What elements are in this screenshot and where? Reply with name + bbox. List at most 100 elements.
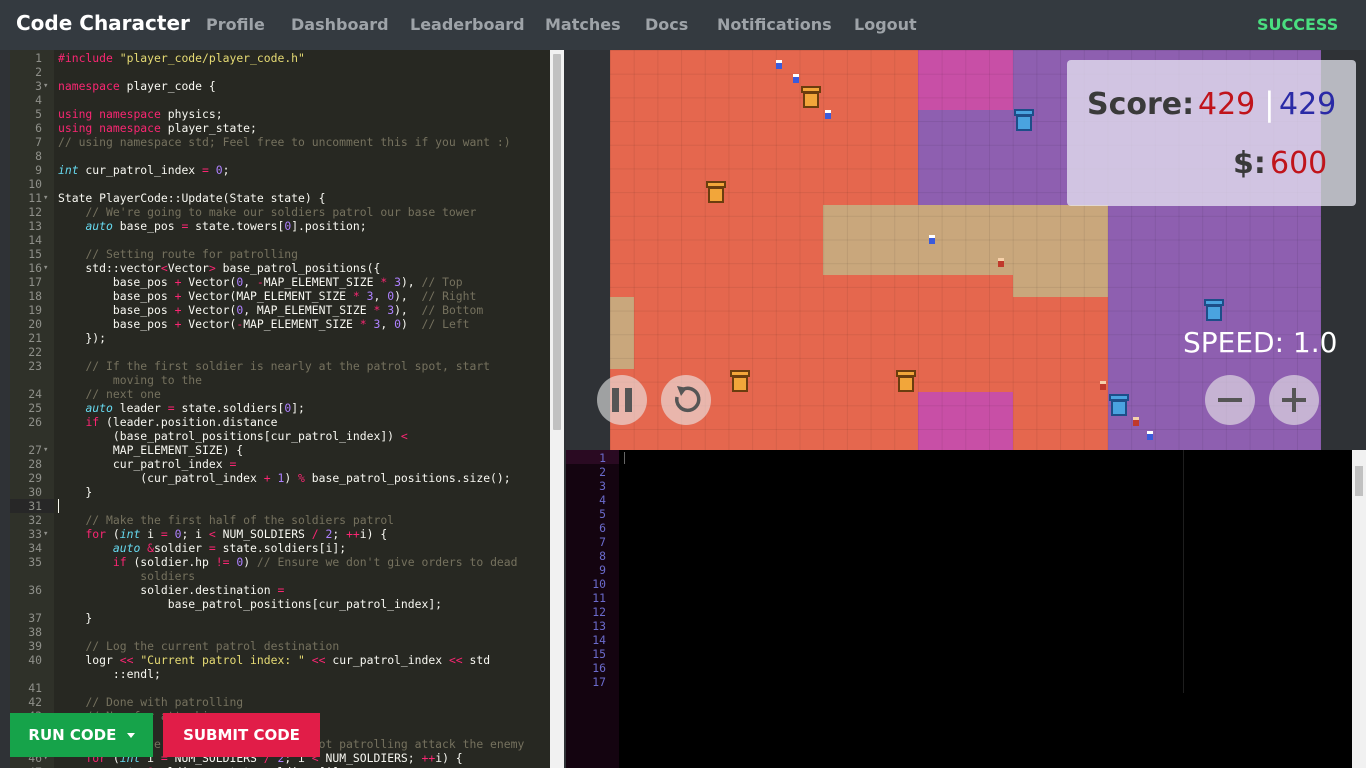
code-line[interactable]: 28 cur_patrol_index = [10,457,550,471]
code-line[interactable]: 18 base_pos + Vector(MAP_ELEMENT_SIZE * … [10,289,550,303]
console-scrollbar-thumb[interactable] [1355,466,1363,496]
code-line[interactable]: 25 auto leader = state.soldiers[0]; [10,401,550,415]
red-tower [801,86,821,108]
code-line[interactable]: 15 // Setting route for patrolling [10,247,550,261]
code-line[interactable]: 10 [10,177,550,191]
code-text: for (int i = 0; i < NUM_SOLDIERS / 2; ++… [85,527,388,541]
code-line[interactable]: 26 if (leader.position.distance [10,415,550,429]
money-label: $: [1233,146,1266,181]
code-line[interactable]: ::endl; [10,667,550,681]
code-line[interactable]: 14 [10,233,550,247]
nav-notifications[interactable]: Notifications [717,15,832,34]
code-line[interactable]: 16 ▾ std::vector<Vector> base_patrol_posi… [10,261,550,275]
editor-scrollbar[interactable] [550,50,564,768]
submit-code-button[interactable]: SUBMIT CODE [163,713,320,757]
console-scrollbar[interactable] [1352,450,1366,768]
nav-dashboard[interactable]: Dashboard [291,15,389,34]
line-number: 17 [28,275,42,289]
code-line[interactable]: 6 using namespace player_state; [10,121,550,135]
code-text: using namespace player_state; [58,121,257,135]
code-text: auto base_pos = state.towers[0].position… [85,219,367,233]
code-editor[interactable]: 1 #include "player_code/player_code.h" 2 3 ▾… [10,50,550,768]
nav-logout[interactable]: Logout [854,15,917,34]
console-line-number: 12 [592,605,606,619]
score-blue: 429 [1279,87,1337,122]
code-line[interactable]: soldiers [10,569,550,583]
code-line[interactable]: 22 [10,345,550,359]
code-line[interactable]: 35 if (soldier.hp != 0) // Ensure we don… [10,555,550,569]
nav-profile[interactable]: Profile [206,15,265,34]
code-line[interactable]: 41 [10,681,550,695]
code-line[interactable]: 12 // We're going to make our soldiers p… [10,205,550,219]
code-line[interactable]: 3 ▾ namespace player_code { [10,79,550,93]
speed-indicator: SPEED: 1.0 [1183,326,1338,359]
console-line-number: 17 [592,675,606,689]
code-line[interactable]: moving to the [10,373,550,387]
code-line[interactable]: 42 // Done with patrolling [10,695,550,709]
run-code-button[interactable]: RUN CODE [10,713,153,757]
code-line[interactable]: 29 (cur_patrol_index + 1) % base_patrol_… [10,471,550,485]
score-separator: | [1264,85,1275,123]
code-line[interactable]: 33 ▾ for (int i = 0; i < NUM_SOLDIERS / 2… [10,527,550,541]
line-number: 15 [28,247,42,261]
line-number: 37 [28,611,42,625]
console-divider [1183,450,1184,693]
console-line-number: 14 [592,633,606,647]
nav-leaderboard[interactable]: Leaderboard [410,15,525,34]
code-line[interactable]: 8 [10,149,550,163]
code-line[interactable]: 34 auto &soldier = state.soldiers[i]; [10,541,550,555]
nav-matches[interactable]: Matches [545,15,621,34]
code-line[interactable]: 1 #include "player_code/player_code.h" [10,51,550,65]
line-number: 27 [28,443,42,457]
fold-toggle-icon[interactable]: ▾ [43,79,48,93]
code-line[interactable]: 2 [10,65,550,79]
nav-docs[interactable]: Docs [645,15,688,34]
code-line[interactable]: 21 }); [10,331,550,345]
speed-down-button[interactable] [1205,375,1255,425]
code-line[interactable]: 17 base_pos + Vector(0, -MAP_ELEMENT_SIZ… [10,275,550,289]
code-line[interactable]: 5 using namespace physics; [10,107,550,121]
code-line[interactable]: 23 // If the first soldier is nearly at … [10,359,550,373]
code-line[interactable]: 39 // Log the current patrol destination [10,639,550,653]
code-line[interactable]: 20 base_pos + Vector(-MAP_ELEMENT_SIZE *… [10,317,550,331]
code-line[interactable]: 24 // next one [10,387,550,401]
code-line[interactable]: 13 auto base_pos = state.towers[0].posit… [10,219,550,233]
code-line[interactable]: 11 ▾ State PlayerCode::Update(State state)… [10,191,550,205]
fold-toggle-icon[interactable]: ▾ [43,443,48,457]
line-number: 8 [35,149,42,163]
line-number: 42 [28,695,42,709]
code-line[interactable]: 19 base_pos + Vector(0, MAP_ELEMENT_SIZE… [10,303,550,317]
code-line[interactable]: 27 ▾ MAP_ELEMENT_SIZE) { [10,443,550,457]
pause-button[interactable] [597,375,647,425]
text-cursor [58,499,59,513]
speed-up-button[interactable] [1269,375,1319,425]
fold-toggle-icon[interactable]: ▾ [43,261,48,275]
line-number: 23 [28,359,42,373]
fold-toggle-icon[interactable]: ▾ [43,527,48,541]
code-line[interactable]: base_patrol_positions[cur_patrol_index]; [10,597,550,611]
code-text: // using namespace std; Feel free to unc… [58,135,511,149]
brand-title[interactable]: Code Character [16,11,190,35]
code-line[interactable]: 30 } [10,485,550,499]
code-text: #include "player_code/player_code.h" [58,51,305,65]
fold-toggle-icon[interactable]: ▾ [43,191,48,205]
code-line[interactable]: 36 soldier.destination = [10,583,550,597]
line-number: 36 [28,583,42,597]
editor-scrollbar-thumb[interactable] [553,54,561,430]
restart-button[interactable] [661,375,711,425]
log-console[interactable]: 1 2 3 4 5 6 7 8 9 10 11 12 13 14 15 16 17 [566,450,1352,768]
code-line[interactable]: (base_patrol_positions[cur_patrol_index]… [10,429,550,443]
code-text: // If the first soldier is nearly at the… [85,359,491,373]
red-tower [896,370,916,392]
plus-icon [1282,388,1306,412]
code-line[interactable]: 7 // using namespace std; Feel free to un… [10,135,550,149]
code-line[interactable]: 37 } [10,611,550,625]
code-line[interactable]: 4 [10,93,550,107]
code-line[interactable]: 40 logr << "Current patrol index: " << c… [10,653,550,667]
code-text: State PlayerCode::Update(State state) { [58,191,326,205]
code-line[interactable]: 32 // Make the first half of the soldier… [10,513,550,527]
code-line[interactable]: 38 [10,625,550,639]
pause-icon [612,388,632,412]
code-line[interactable]: 31 [10,499,550,513]
code-line[interactable]: 9 int cur_patrol_index = 0; [10,163,550,177]
